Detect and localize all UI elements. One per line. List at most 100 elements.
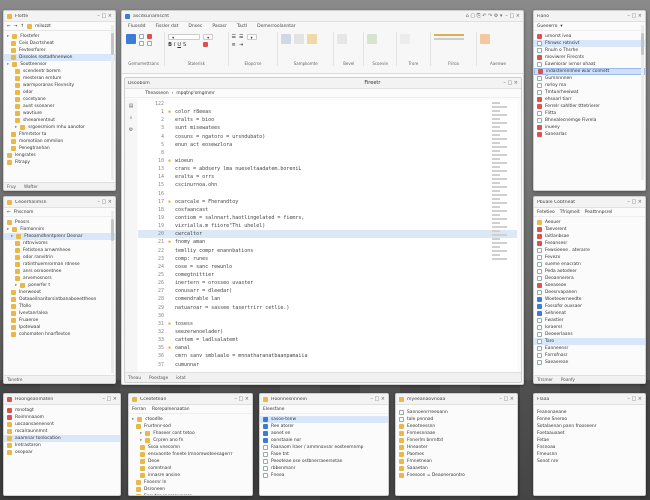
tree-item[interactable]: Dsroneen [129, 486, 252, 493]
tree-item[interactable]: odor ranvitrin [4, 254, 115, 261]
fold-marker-icon[interactable]: ▪ [168, 345, 175, 351]
cut-icon[interactable] [139, 34, 144, 39]
code-line[interactable]: 122 [138, 100, 517, 108]
tree-item[interactable]: ▸ ponerfer t [4, 282, 115, 289]
content-item[interactable]: Saeaerean [534, 359, 645, 366]
code-line[interactable]: 24 cose = sanc rewunlo [138, 263, 517, 271]
tree-item[interactable]: Fnoernr ln [129, 479, 252, 486]
copy-icon[interactable] [139, 41, 144, 46]
code-line[interactable]: 16 [138, 190, 517, 198]
list-icon[interactable]: ≡ [232, 42, 236, 48]
setting-item[interactable]: Fmeusnn [534, 451, 645, 458]
property-item[interactable]: rorloy ma [534, 82, 645, 89]
tree-item[interactable]: ▸ Fiomonnirs [4, 226, 115, 233]
up-arrow-icon[interactable]: ↑ [20, 24, 24, 29]
file-item[interactable]: oonstaaie nor [260, 437, 388, 444]
tree-item[interactable]: Fhmrtstor ta [4, 131, 115, 138]
tree-item[interactable]: cocetyane [4, 96, 115, 103]
tree-item[interactable]: Pnosrs [4, 219, 115, 226]
text-color-icon[interactable] [203, 42, 209, 47]
content-item[interactable]: Ioraerel [534, 324, 645, 331]
search-input[interactable]: Gueeerro [537, 24, 557, 29]
file-item[interactable]: Fmnetnean [396, 458, 517, 465]
vertical-scrollbar[interactable] [111, 25, 114, 180]
property-item[interactable]: Sanearlas [534, 131, 645, 138]
file-item[interactable]: rocalraunnmnt [4, 428, 120, 435]
file-item[interactable]: rbbenmanr [260, 465, 388, 472]
code-line[interactable]: 28 comendrable lan [138, 295, 517, 303]
tree-item[interactable]: Ipotewaal [4, 324, 115, 331]
settings-icon[interactable] [479, 34, 490, 44]
property-item[interactable]: Eawnlorar ivrnor ohaat [534, 61, 645, 68]
toolbar-label[interactable]: Fhscnom [14, 210, 34, 215]
file-item[interactable]: sasoe-tenw [260, 416, 388, 423]
tree-item[interactable]: Penegtranhan [4, 145, 115, 152]
tree-item[interactable]: Inerweoot [4, 289, 115, 296]
vertical-scrollbar[interactable] [641, 25, 644, 180]
file-item[interactable]: Sannoenrrreeoann [396, 409, 517, 416]
view-icon[interactable] [367, 34, 378, 44]
code-line[interactable]: 33 cattem = ladlsalatemt [138, 336, 517, 344]
ribbon-tab[interactable]: Fissler dat [156, 24, 179, 29]
font-dropdown[interactable]: ▾ [168, 34, 201, 40]
chevron-right-icon[interactable]: ▸ [140, 438, 142, 443]
ribbon-tab[interactable]: Dnsec [188, 24, 202, 29]
shapes-icon[interactable] [307, 34, 318, 44]
code-line[interactable]: 21 ▪ fnomy aman [138, 238, 517, 246]
window-controls[interactable]: – □ × [97, 199, 112, 205]
tree-item[interactable]: cohomaten hnarflevton [4, 331, 115, 338]
content-item[interactable]: Peda aotodeer [534, 268, 645, 275]
window-controls[interactable]: – □ × [370, 396, 385, 402]
code-editor[interactable]: 122 1 ▪ color r8eeas 2 eralts = bioo 3 sunt mis… [138, 100, 517, 372]
window-controls[interactable]: – □ × [499, 396, 514, 402]
fold-marker-icon[interactable]: ▪ [168, 109, 175, 115]
tree-item[interactable]: ▸ srgoesmiom mhu aanotor [4, 124, 115, 131]
property-item[interactable]: Flitta [534, 110, 645, 117]
tree-item[interactable]: ▸ Fhaseer cont tetoo [129, 430, 252, 437]
fold-marker-icon[interactable]: ▪ [168, 158, 175, 164]
property-item[interactable]: indasterenlmee wiar conhett [534, 68, 645, 75]
setting-item[interactable]: Sotalaenan pann frooseenr [534, 423, 645, 430]
chevron-right-icon[interactable]: ▸ [15, 125, 17, 130]
tree-item[interactable]: Fnnutenepersewesrsr [129, 493, 252, 495]
code-line[interactable]: 23 comp: runes [138, 255, 517, 263]
window-controls[interactable]: – □ × [627, 396, 642, 402]
tree-item[interactable]: Deoe [129, 458, 252, 465]
align-left-icon[interactable]: ☰ [232, 34, 236, 40]
breadcrumb-item[interactable]: mpqtnp'omgmmr [176, 91, 214, 96]
setting-item[interactable]: Foetaauoaet [534, 430, 645, 437]
file-item[interactable]: Faoe tnt [260, 451, 388, 458]
code-line[interactable]: 35 ▪ oanal [138, 344, 517, 352]
tree-item[interactable]: Fruaeroe [4, 317, 115, 324]
chevron-right-icon[interactable]: ▸ [11, 234, 13, 239]
file-item[interactable]: aaamnar tonlocation [4, 435, 120, 442]
breadcrumb-item[interactable]: Theasseon [145, 91, 169, 96]
file-item[interactable]: Fnesoon = Deaoneroontro [396, 472, 517, 479]
tree-item[interactable]: aunt ssonaner [4, 103, 115, 110]
content-item[interactable]: Fwastier [534, 317, 645, 324]
property-item[interactable]: moviwrer Firecnts [534, 54, 645, 61]
tree-item[interactable]: scendentr borem [4, 68, 115, 75]
content-item[interactable]: Deoeerlaans [534, 331, 645, 338]
path-bar[interactable]: ← → ↑ milozzt [4, 22, 115, 31]
setting-item[interactable]: Sonot nre [534, 458, 645, 465]
gear-icon[interactable]: ⚙ [129, 127, 133, 133]
content-item[interactable]: Feeansesr [534, 240, 645, 247]
tree-item[interactable]: ensvaonte fnnete Imnomwoteesagerrr [129, 451, 252, 458]
tree-item[interactable]: Fitrapy [4, 159, 115, 166]
setting-item[interactable]: Feanonaeane [534, 409, 645, 416]
tab[interactable]: Rorepalnenaatan [152, 407, 190, 412]
tab[interactable]: Ferran [132, 407, 146, 412]
tree-item[interactable]: momotiian ommilon [4, 138, 115, 145]
code-line[interactable]: 36 cmrn sanv smblaale = mnnatharanatbaanp… [138, 352, 517, 360]
format-buttons[interactable]: BIUS [168, 42, 200, 48]
zoom-icon[interactable] [399, 34, 410, 44]
file-item[interactable]: Eeeotnessnn [396, 423, 517, 430]
property-item[interactable]: Gumnnnnen [534, 75, 645, 82]
tree-item[interactable]: Ootaaeilnaritorsintbanaboeettheon [4, 296, 115, 303]
file-item[interactable]: osopoar [4, 449, 120, 456]
code-line[interactable]: 19 contiom = salnnart,haotlingelated = fi… [138, 214, 517, 222]
forward-arrow-icon[interactable]: → [14, 24, 18, 29]
content-item[interactable]: Aeouer [534, 219, 645, 226]
file-item[interactable]: Fnmesnnaae [396, 430, 517, 437]
